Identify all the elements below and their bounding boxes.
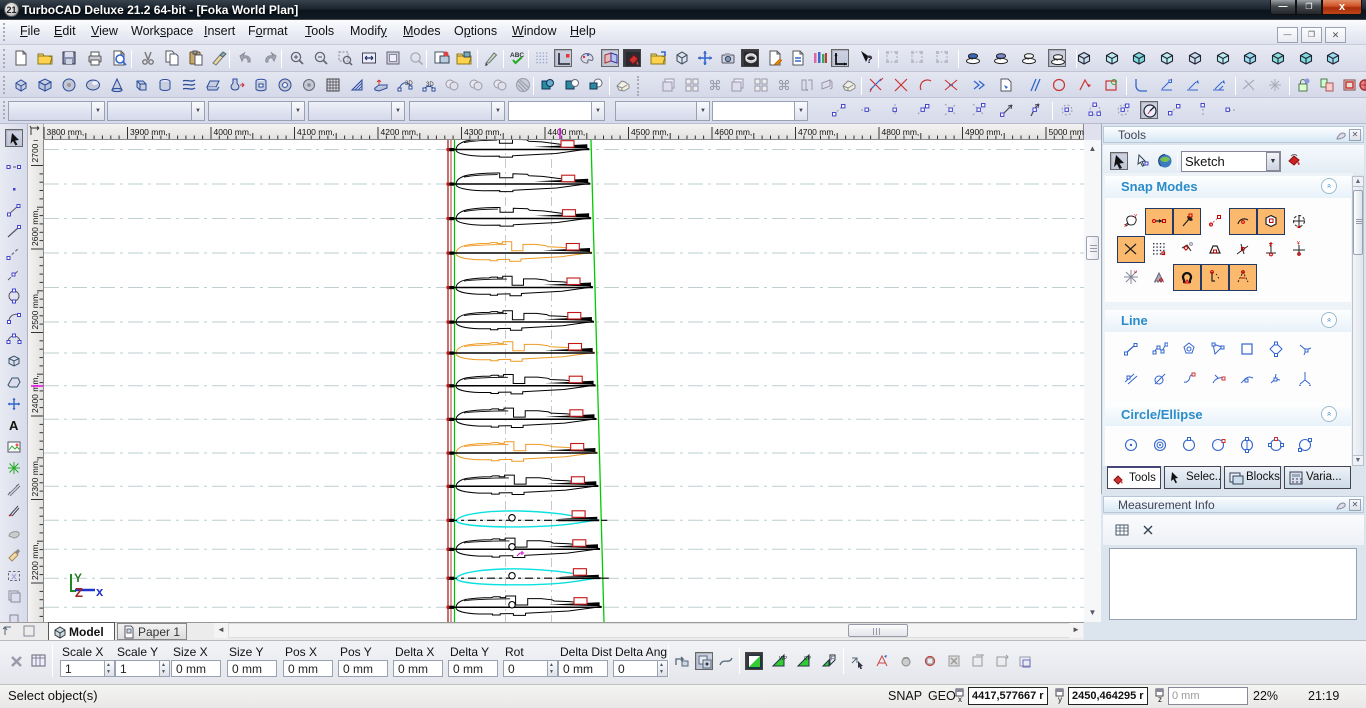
svg-text:?: ?	[866, 54, 873, 66]
svg-text:2500 mm,: 2500 mm,	[30, 292, 40, 330]
svg-text:¥: ¥	[1297, 241, 1300, 247]
svg-text:Y: Y	[74, 571, 82, 585]
svg-text:x: x	[958, 695, 962, 704]
svg-text:3D: 3D	[405, 81, 413, 87]
svg-text:WP: WP	[779, 656, 787, 662]
svg-text:2200 mm,: 2200 mm,	[30, 542, 40, 580]
svg-text:z: z	[1158, 695, 1162, 704]
svg-text:2400 mm,: 2400 mm,	[30, 375, 40, 413]
svg-text:2600 mm,: 2600 mm,	[30, 208, 40, 246]
svg-text:CP: CP	[804, 656, 812, 662]
svg-text:Z: Z	[75, 585, 83, 600]
svg-text:¥: ¥	[1269, 243, 1272, 249]
svg-text:Y: Y	[1134, 214, 1138, 220]
svg-text:F: F	[831, 656, 834, 662]
svg-text:2300 mm,: 2300 mm,	[30, 459, 40, 497]
svg-text:A: A	[9, 418, 19, 433]
svg-text:y: y	[1058, 695, 1062, 704]
svg-text:x: x	[96, 584, 104, 599]
svg-text:2700 mm,: 2700 mm,	[30, 140, 40, 163]
svg-text:M: M	[1134, 269, 1137, 274]
svg-text:3D: 3D	[426, 82, 434, 88]
